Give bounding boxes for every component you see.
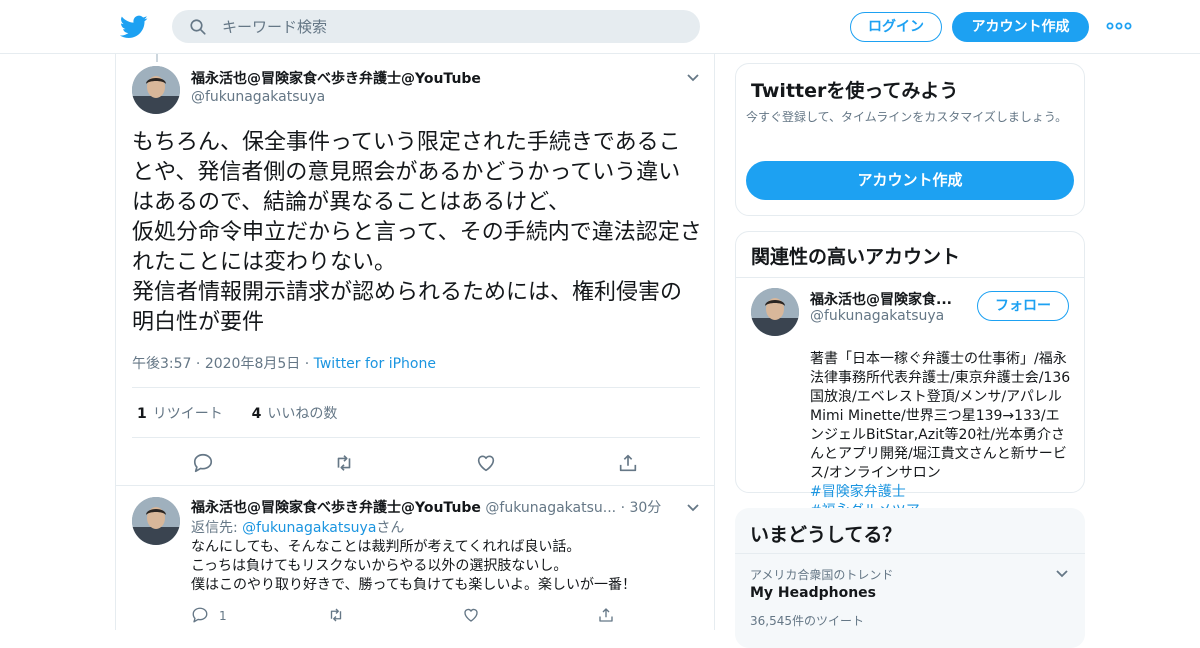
more-icon[interactable] bbox=[1106, 19, 1132, 33]
signup-button[interactable]: アカウント作成 bbox=[952, 12, 1089, 42]
reply-age[interactable]: 30分 bbox=[629, 500, 661, 516]
reply-tweet-header: 福永活也@冒険家食べ歩き弁護士@YouTube @fukunagakatsu..… bbox=[191, 500, 662, 516]
thread-connector bbox=[156, 54, 158, 62]
signup-card: Twitterを使ってみよう 今すぐ登録して、タイムラインをカスタマイズしましょ… bbox=[735, 63, 1085, 216]
chevron-down-icon[interactable] bbox=[686, 503, 700, 513]
reply-author-handle[interactable]: @fukunagakatsu... bbox=[485, 500, 616, 516]
tweet-time[interactable]: 午後3:57 bbox=[132, 356, 191, 372]
avatar[interactable] bbox=[132, 66, 180, 114]
related-account-item[interactable]: 福永活也@冒険家食... @fukunagakatsuya フォロー 著書「日本… bbox=[736, 278, 1084, 519]
related-card-title: 関連性の高いアカウント bbox=[751, 246, 961, 268]
signup-card-subtitle: 今すぐ登録して、タイムラインをカスタマイズしましょう。 bbox=[746, 110, 1068, 124]
retweet-stat[interactable]: 1 リツイート bbox=[137, 406, 223, 422]
search-box[interactable] bbox=[172, 10, 700, 43]
search-icon bbox=[190, 19, 206, 35]
tweet-timestamp: 午後3:57 · 2020年8月5日 · Twitter for iPhone bbox=[132, 356, 436, 372]
reply-author-name[interactable]: 福永活也@冒険家食べ歩き弁護士@YouTube bbox=[191, 500, 481, 516]
retweet-icon[interactable] bbox=[327, 606, 345, 624]
like-stat[interactable]: 4 いいねの数 bbox=[252, 406, 338, 422]
trend-item[interactable]: アメリカ合衆国のトレンド My Headphones 36,545件のツイート bbox=[735, 554, 1085, 644]
reply-icon[interactable] bbox=[191, 606, 209, 624]
reply-tweet-text: なんにしても、そんなことは裁判所が考えてくれれば良い話。 こっちは負けてもリスク… bbox=[191, 539, 637, 593]
share-icon[interactable] bbox=[597, 606, 615, 624]
trend-tweet-count: 36,545件のツイート bbox=[750, 614, 864, 628]
search-input[interactable] bbox=[222, 10, 682, 43]
reply-context: 返信先: @fukunagakatsuyaさん bbox=[191, 520, 405, 536]
retweet-icon[interactable] bbox=[333, 452, 355, 474]
tweet-author-handle[interactable]: @fukunagakatsuya bbox=[191, 89, 325, 105]
reply-icon[interactable] bbox=[192, 452, 214, 474]
divider bbox=[132, 437, 700, 438]
trends-card-title: いまどうしてる？ bbox=[750, 524, 902, 546]
divider bbox=[132, 387, 700, 388]
tweet-text: もちろん、保全事件っていう限定された手続きであることや、発信者側の意見照会がある… bbox=[132, 130, 702, 335]
follow-button[interactable]: フォロー bbox=[977, 291, 1069, 321]
trends-card: いまどうしてる？ アメリカ合衆国のトレンド My Headphones 36,5… bbox=[735, 508, 1085, 648]
hashtag-link[interactable]: #冒険家弁護士 bbox=[810, 484, 906, 500]
tweet-column: 福永活也@冒険家食べ歩き弁護士@YouTube @fukunagakatsuya… bbox=[115, 54, 715, 630]
like-icon[interactable] bbox=[462, 606, 480, 624]
related-accounts-card: 関連性の高いアカウント 福永活也@冒険家食... @fukunagakatsuy… bbox=[735, 231, 1085, 519]
top-bar: ログイン アカウント作成 bbox=[0, 0, 1200, 54]
related-account-bio: 著書「日本一稼ぐ弁護士の仕事術」/福永法律事務所代表弁護士/東京弁護士会/136… bbox=[810, 331, 1072, 521]
tweet-date[interactable]: 2020年8月5日 bbox=[205, 356, 300, 372]
login-button[interactable]: ログイン bbox=[850, 12, 942, 42]
tweet-source-link[interactable]: Twitter for iPhone bbox=[314, 356, 436, 372]
reply-to-handle[interactable]: @fukunagakatsuya bbox=[242, 520, 376, 536]
trend-context: アメリカ合衆国のトレンド bbox=[750, 568, 894, 582]
twitter-logo-icon[interactable] bbox=[120, 13, 148, 41]
tweet-author-name[interactable]: 福永活也@冒険家食べ歩き弁護士@YouTube bbox=[191, 68, 481, 88]
related-account-handle[interactable]: @fukunagakatsuya bbox=[810, 308, 944, 324]
share-icon[interactable] bbox=[617, 452, 639, 474]
signup-card-button[interactable]: アカウント作成 bbox=[746, 161, 1074, 200]
reply-count: 1 bbox=[219, 609, 227, 623]
trend-topic[interactable]: My Headphones bbox=[750, 585, 876, 601]
tweet-stats: 1 リツイート 4 いいねの数 bbox=[137, 403, 337, 423]
avatar[interactable] bbox=[751, 288, 799, 336]
like-icon[interactable] bbox=[475, 452, 497, 474]
related-account-name[interactable]: 福永活也@冒険家食... bbox=[810, 289, 952, 309]
avatar[interactable] bbox=[132, 497, 180, 545]
chevron-down-icon[interactable] bbox=[1055, 569, 1069, 579]
chevron-down-icon[interactable] bbox=[686, 73, 700, 83]
divider bbox=[116, 485, 714, 486]
signup-card-title: Twitterを使ってみよう bbox=[751, 80, 959, 102]
